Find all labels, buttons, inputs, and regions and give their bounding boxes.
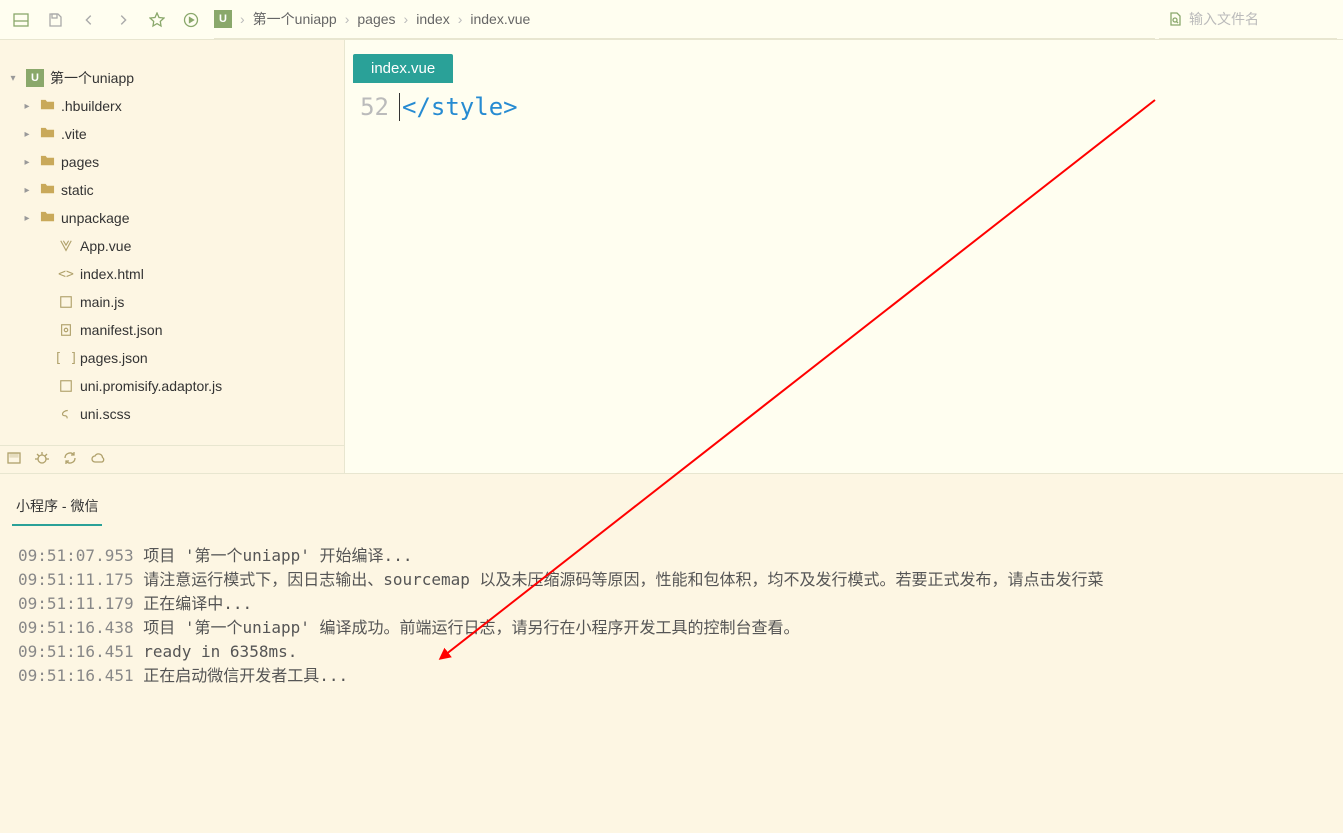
file-label: App.vue [80, 238, 131, 254]
folder-item[interactable]: ▸ pages [0, 148, 344, 176]
folder-item[interactable]: ▸ .vite [0, 120, 344, 148]
sidebar-footer [0, 445, 344, 473]
breadcrumb-segment[interactable]: 第一个uniapp [253, 9, 337, 29]
run-icon[interactable] [176, 5, 206, 35]
save-icon[interactable] [40, 5, 70, 35]
folder-label: .vite [61, 126, 87, 142]
breadcrumb[interactable]: U › 第一个uniapp › pages › index › index.vu… [214, 0, 1155, 39]
uniapp-icon: U [26, 69, 44, 87]
chevron-right-icon: › [458, 11, 463, 27]
file-label: index.html [80, 266, 144, 282]
cloud-icon[interactable] [90, 450, 106, 469]
folder-item[interactable]: ▸ .hbuilderx [0, 92, 344, 120]
file-label: manifest.json [80, 322, 162, 338]
file-item[interactable]: ▸[ ]pages.json [0, 344, 344, 372]
chevron-right-icon: ▸ [20, 185, 34, 196]
code-editor[interactable]: index.vue 52 </style> [345, 40, 1343, 473]
bug-icon[interactable] [34, 450, 50, 469]
folder-item[interactable]: ▸ unpackage [0, 204, 344, 232]
file-icon [58, 295, 74, 309]
line-number: 52 [345, 93, 399, 121]
file-icon [58, 407, 74, 421]
folder-item[interactable]: ▸ static [0, 176, 344, 204]
uniapp-icon: U [214, 10, 232, 28]
folder-icon [40, 181, 55, 199]
nav-back-icon[interactable] [74, 5, 104, 35]
file-icon [58, 323, 74, 337]
file-item[interactable]: ▸uni.promisify.adaptor.js [0, 372, 344, 400]
chevron-right-icon: › [240, 11, 245, 27]
folder-icon [40, 97, 55, 115]
folder-icon [40, 153, 55, 171]
console-line: 09:51:11.179 正在编译中... [18, 592, 1325, 616]
file-item[interactable]: ▸<>index.html [0, 260, 344, 288]
file-icon: [ ] [58, 351, 74, 366]
file-label: pages.json [80, 350, 148, 366]
file-icon [58, 239, 74, 253]
file-icon [58, 379, 74, 393]
folder-icon [40, 125, 55, 143]
file-item[interactable]: ▸main.js [0, 288, 344, 316]
panel-toggle-icon[interactable] [6, 5, 36, 35]
nav-forward-icon[interactable] [108, 5, 138, 35]
file-item[interactable]: ▸App.vue [0, 232, 344, 260]
project-root[interactable]: ▾ U 第一个uniapp [0, 64, 344, 92]
file-item[interactable]: ▸uni.scss [0, 400, 344, 428]
file-search[interactable] [1159, 0, 1337, 39]
chevron-down-icon: ▾ [6, 73, 20, 84]
chevron-right-icon: ▸ [20, 157, 34, 168]
folder-icon [40, 209, 55, 227]
chevron-right-icon: ▸ [20, 129, 34, 140]
search-input[interactable] [1189, 11, 1329, 27]
folder-label: static [61, 182, 94, 198]
editor-tab[interactable]: index.vue [353, 54, 453, 83]
chevron-right-icon: ▸ [20, 101, 34, 112]
new-project-icon[interactable] [6, 450, 22, 469]
console-line: 09:51:16.451 正在启动微信开发者工具... [18, 664, 1325, 688]
file-item[interactable]: ▸manifest.json [0, 316, 344, 344]
code-line[interactable]: </style> [399, 93, 518, 121]
chevron-right-icon: ▸ [20, 213, 34, 224]
chevron-right-icon: › [404, 11, 409, 27]
folder-label: unpackage [61, 210, 130, 226]
file-search-icon [1167, 11, 1183, 27]
star-icon[interactable] [142, 5, 172, 35]
folder-label: .hbuilderx [61, 98, 122, 114]
folder-label: pages [61, 154, 99, 170]
top-toolbar: U › 第一个uniapp › pages › index › index.vu… [0, 0, 1343, 40]
file-label: main.js [80, 294, 124, 310]
console-line: 09:51:11.175 请注意运行模式下，因日志输出、sourcemap 以及… [18, 568, 1325, 592]
sync-icon[interactable] [62, 450, 78, 469]
breadcrumb-segment[interactable]: index [416, 11, 449, 27]
chevron-right-icon: › [345, 11, 350, 27]
file-explorer: ▾ U 第一个uniapp ▸ .hbuilderx ▸ .vite ▸ pages ▸ st… [0, 40, 345, 473]
console-tab[interactable]: 小程序 - 微信 [12, 492, 102, 526]
project-name: 第一个uniapp [50, 68, 134, 88]
console-line: 09:51:16.451 ready in 6358ms. [18, 640, 1325, 664]
file-label: uni.scss [80, 406, 131, 422]
breadcrumb-segment[interactable]: index.vue [470, 11, 530, 27]
console-output[interactable]: 09:51:07.953 项目 '第一个uniapp' 开始编译...09:51… [0, 526, 1343, 706]
file-icon: <> [58, 267, 74, 282]
file-label: uni.promisify.adaptor.js [80, 378, 222, 394]
console-line: 09:51:16.438 项目 '第一个uniapp' 编译成功。前端运行日志，… [18, 616, 1325, 640]
console-line: 09:51:07.953 项目 '第一个uniapp' 开始编译... [18, 544, 1325, 568]
breadcrumb-segment[interactable]: pages [357, 11, 395, 27]
console-panel: 小程序 - 微信 09:51:07.953 项目 '第一个uniapp' 开始编… [0, 473, 1343, 833]
